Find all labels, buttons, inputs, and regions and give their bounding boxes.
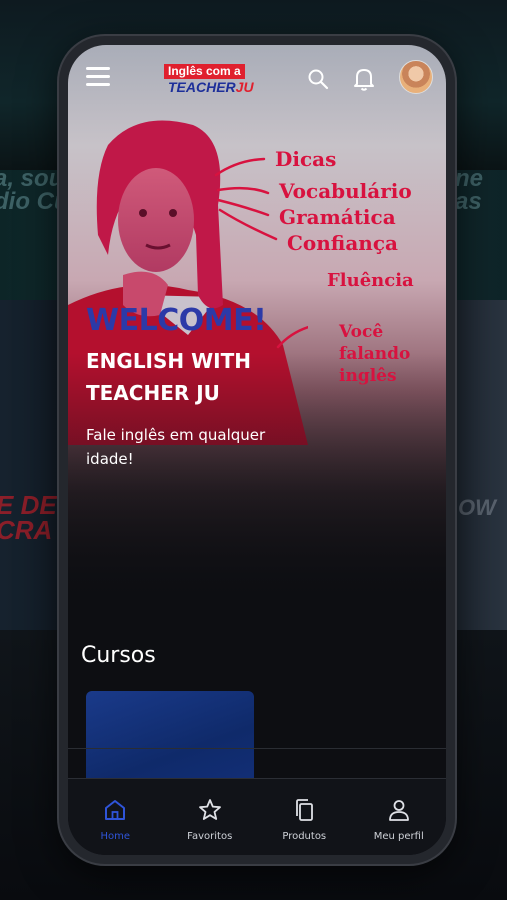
nav-produtos-label: Produtos bbox=[282, 831, 327, 842]
handwritten-falando: falando bbox=[339, 344, 411, 364]
course-card[interactable] bbox=[86, 691, 254, 791]
star-icon bbox=[198, 799, 221, 820]
hero-title: ENGLISH WITH TEACHER JU bbox=[86, 349, 251, 405]
nav-favoritos[interactable]: Favoritos bbox=[163, 779, 258, 855]
menu-icon[interactable] bbox=[86, 67, 110, 87]
app-logo[interactable]: Inglês com a TEACHERJU bbox=[164, 64, 264, 100]
handwritten-fluencia: Fluência bbox=[327, 270, 414, 291]
handwritten-confianca: Confiança bbox=[287, 231, 398, 255]
hero-subtitle: Fale inglês em qualquer idade! bbox=[86, 426, 266, 468]
user-icon bbox=[388, 800, 409, 821]
top-bar: Inglês com a TEACHERJU bbox=[68, 45, 446, 115]
divider bbox=[68, 748, 446, 749]
courses-section-title: Cursos bbox=[81, 643, 156, 668]
handwritten-gramatica: Gramática bbox=[279, 205, 396, 229]
logo-bottom-text: TEACHERJU bbox=[168, 79, 254, 95]
handwritten-ingles: inglês bbox=[339, 366, 397, 386]
welcome-heading: WELCOME! bbox=[86, 303, 267, 338]
phone-frame: Dicas Vocabulário Gramática Confiança Fl… bbox=[59, 36, 455, 864]
app-screen: Dicas Vocabulário Gramática Confiança Fl… bbox=[68, 45, 446, 855]
nav-produtos[interactable]: Produtos bbox=[257, 779, 352, 855]
handwritten-vocabulario: Vocabulário bbox=[279, 179, 412, 203]
bottom-nav: Home Favoritos Produtos Meu perfil bbox=[68, 778, 446, 855]
nav-home[interactable]: Home bbox=[68, 779, 163, 855]
logo-top-text: Inglês com a bbox=[164, 64, 245, 79]
handwritten-dicas: Dicas bbox=[275, 147, 337, 171]
search-icon[interactable] bbox=[307, 68, 329, 90]
copy-icon bbox=[296, 799, 314, 821]
nav-meu-perfil[interactable]: Meu perfil bbox=[352, 779, 447, 855]
bell-icon[interactable] bbox=[352, 66, 376, 92]
handwritten-voce: Você bbox=[339, 322, 384, 342]
nav-meu-perfil-label: Meu perfil bbox=[373, 831, 424, 842]
home-icon bbox=[105, 800, 126, 820]
nav-home-label: Home bbox=[100, 831, 131, 842]
avatar[interactable] bbox=[399, 60, 433, 94]
nav-favoritos-label: Favoritos bbox=[187, 831, 233, 842]
